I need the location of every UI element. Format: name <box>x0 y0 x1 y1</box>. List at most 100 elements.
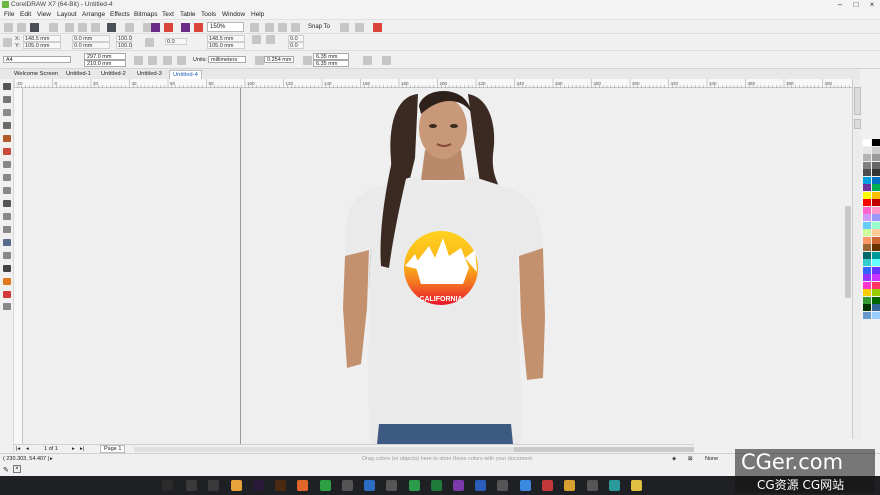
y2-field[interactable]: 105.0 mm <box>207 42 245 49</box>
minimize-icon[interactable]: – <box>835 0 845 9</box>
freehand-tool-icon[interactable] <box>3 135 11 142</box>
nudge-distance-field[interactable]: 0.254 mm <box>264 56 294 63</box>
paper-size-dropdown[interactable]: A4 <box>3 56 71 63</box>
new-document-icon[interactable] <box>4 23 13 32</box>
lock-ratio-icon[interactable] <box>145 38 154 47</box>
palette-swatch[interactable] <box>863 274 871 281</box>
x-position-field[interactable]: 148.5 mm <box>23 35 61 42</box>
menu-tools[interactable]: Tools <box>201 11 216 18</box>
palette-swatch[interactable] <box>863 236 871 244</box>
rectangle-tool-icon[interactable] <box>3 161 11 168</box>
pick-tool-icon[interactable] <box>3 83 11 90</box>
align-icon[interactable] <box>363 56 372 65</box>
illustrator-icon[interactable] <box>275 480 286 491</box>
palette-swatch[interactable] <box>871 281 880 289</box>
tab-welcome-screen[interactable]: Welcome Screen <box>11 70 61 79</box>
cortana-icon[interactable] <box>186 480 197 491</box>
eyedropper-icon[interactable]: ✎ <box>3 466 9 474</box>
menu-layout[interactable]: Layout <box>57 11 77 18</box>
eyedropper-tool-icon[interactable] <box>3 265 11 272</box>
palette-swatch[interactable] <box>863 139 871 146</box>
close-icon[interactable]: × <box>867 0 877 9</box>
text-tool-icon[interactable] <box>3 200 11 207</box>
tab-untitled-4[interactable]: Untitled-4 <box>169 70 202 79</box>
drawing-canvas[interactable]: CALIFORNIA <box>23 88 852 444</box>
menu-edit[interactable]: Edit <box>20 11 31 18</box>
y-position-field[interactable]: 105.0 mm <box>23 42 61 49</box>
show-grid-icon[interactable] <box>278 23 287 32</box>
application-launcher-icon[interactable] <box>181 23 190 32</box>
duplicate-y-field[interactable]: 6.35 mm <box>313 60 349 67</box>
landscape-icon[interactable] <box>148 56 157 65</box>
show-guidelines-icon[interactable] <box>291 23 300 32</box>
interactive-fill-tool-icon[interactable] <box>3 278 11 285</box>
paste-icon[interactable] <box>91 23 100 32</box>
palette-swatch[interactable] <box>871 154 880 161</box>
onenote-icon[interactable] <box>453 480 464 491</box>
palette-swatch[interactable] <box>863 259 871 266</box>
page-height-field[interactable]: 210.0 mm <box>84 60 126 67</box>
palette-swatch[interactable] <box>871 146 880 154</box>
palette-swatch[interactable] <box>863 244 871 251</box>
launch-icon[interactable] <box>373 23 382 32</box>
redo-icon[interactable] <box>125 23 134 32</box>
play-icon[interactable]: ▸ <box>50 456 53 462</box>
palette-swatch[interactable] <box>871 266 880 274</box>
menu-file[interactable]: File <box>4 11 14 18</box>
all-pages-icon[interactable] <box>163 56 172 65</box>
transparency-tool-icon[interactable] <box>3 252 11 259</box>
palette-swatch[interactable] <box>871 289 880 296</box>
palette-swatch[interactable] <box>871 274 880 281</box>
angle-1-field[interactable]: 0.0 <box>288 35 304 42</box>
tab-untitled-3[interactable]: Untitled-3 <box>134 70 165 79</box>
palette-swatch[interactable] <box>871 184 880 191</box>
coreldraw-taskbar-icon[interactable] <box>320 480 331 491</box>
outline-tool-icon[interactable] <box>3 303 11 310</box>
rotation-field[interactable]: 0.0 <box>165 38 187 45</box>
explorer-icon[interactable] <box>231 480 242 491</box>
palette-swatch[interactable] <box>871 161 880 169</box>
photoshop-icon[interactable] <box>253 480 264 491</box>
app-icon-8[interactable] <box>364 480 375 491</box>
welcome-screen-icon[interactable] <box>340 23 349 32</box>
palette-swatch[interactable] <box>863 289 871 296</box>
copy-icon[interactable] <box>78 23 87 32</box>
publish-pdf-icon[interactable] <box>194 23 203 32</box>
docker-tab-object-properties[interactable] <box>854 87 861 115</box>
palette-swatch[interactable] <box>863 281 871 289</box>
palette-swatch[interactable] <box>863 214 871 221</box>
object-origin-icon[interactable] <box>3 38 12 47</box>
shape-tool-icon[interactable] <box>3 96 11 103</box>
height-field[interactable]: 0.0 mm <box>72 42 110 49</box>
palette-swatch[interactable] <box>871 199 880 206</box>
palette-swatch[interactable] <box>863 191 871 199</box>
menu-text[interactable]: Text <box>162 11 174 18</box>
app-icon-14[interactable] <box>497 480 508 491</box>
width-field[interactable]: 0.0 mm <box>72 35 110 42</box>
palette-swatch[interactable] <box>863 221 871 229</box>
palette-swatch[interactable] <box>871 206 880 214</box>
palette-swatch[interactable] <box>871 139 880 146</box>
page-tab[interactable]: Page 1 <box>100 445 126 453</box>
menu-help[interactable]: Help <box>251 11 264 18</box>
smart-fill-tool-icon[interactable] <box>3 291 11 298</box>
palette-swatch[interactable] <box>871 304 880 311</box>
palette-swatch[interactable] <box>863 199 871 206</box>
palette-swatch[interactable] <box>863 229 871 236</box>
app-icon-20[interactable] <box>631 480 642 491</box>
options-icon[interactable] <box>355 23 364 32</box>
palette-swatch[interactable] <box>871 221 880 229</box>
palette-swatch[interactable] <box>871 296 880 304</box>
palette-swatch[interactable] <box>863 296 871 304</box>
current-page-icon[interactable] <box>177 56 186 65</box>
artistic-media-tool-icon[interactable] <box>3 148 11 155</box>
mirror-v-icon[interactable] <box>266 35 275 44</box>
export-icon[interactable] <box>164 23 173 32</box>
palette-swatch[interactable] <box>863 184 871 191</box>
menu-bitmaps[interactable]: Bitmaps <box>134 11 157 18</box>
angle-2-field[interactable]: 0.0 <box>288 42 304 49</box>
maximize-icon[interactable]: □ <box>851 0 861 9</box>
save-icon[interactable] <box>30 23 39 32</box>
undo-icon[interactable] <box>107 23 116 32</box>
palette-swatch[interactable] <box>863 146 871 154</box>
